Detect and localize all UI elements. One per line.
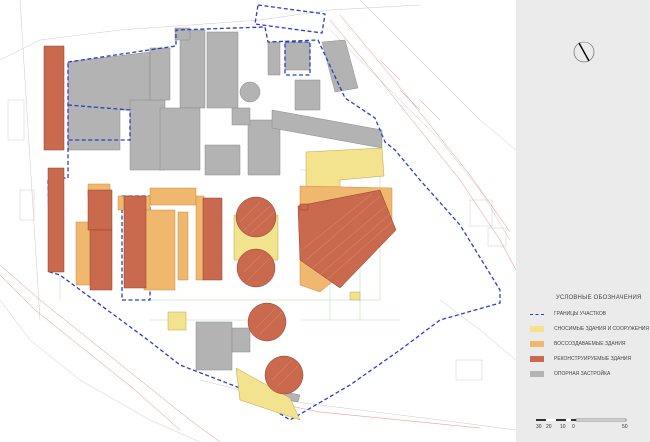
legend-item-reconstructed: РЕКОНСТРУИРУЕМЫЕ ЗДАНИЯ <box>530 355 631 363</box>
site-plan-map <box>0 0 516 442</box>
existing-swatch <box>530 371 544 377</box>
legend-title: УСЛОВНЫЕ ОБОЗНАЧЕНИЯ <box>556 295 642 301</box>
legend-label: ОПОРНАЯ ЗАСТРОЙКА <box>554 371 611 377</box>
north-arrow-icon <box>573 41 595 63</box>
scale-tick: 0 <box>572 424 575 430</box>
scale-tick: 10 <box>560 424 566 430</box>
legend-item-recreated: ВОССОЗДАВАЕМЫЕ ЗДАНИЯ <box>530 340 626 348</box>
demolished-swatch <box>530 326 544 332</box>
legend-item-boundaries: ГРАНИЦЫ УЧАСТКОВ <box>530 310 606 318</box>
legend-item-demolished: СНОСИМЫЕ ЗДАНИЯ И СООРУЖЕНИЯ <box>530 325 649 333</box>
legend-label: ВОССОЗДАВАЕМЫЕ ЗДАНИЯ <box>554 341 626 347</box>
reconstructed-swatch <box>530 356 544 362</box>
boundary-line-swatch <box>530 313 544 315</box>
scale-tick: 20 <box>546 424 552 430</box>
legend-panel: УСЛОВНЫЕ ОБОЗНАЧЕНИЯ ГРАНИЦЫ УЧАСТКОВ СН… <box>516 0 650 442</box>
legend-item-existing: ОПОРНАЯ ЗАСТРОЙКА <box>530 370 610 378</box>
scale-bar: 30 20 10 0 50 <box>536 418 630 440</box>
scale-tick: 30 <box>536 424 542 430</box>
recreated-swatch <box>530 341 544 347</box>
legend-label: РЕКОНСТРУИРУЕМЫЕ ЗДАНИЯ <box>554 356 632 362</box>
scale-tick: 50 <box>622 424 628 430</box>
legend-label: СНОСИМЫЕ ЗДАНИЯ И СООРУЖЕНИЯ <box>554 326 650 332</box>
legend-label: ГРАНИЦЫ УЧАСТКОВ <box>554 311 607 317</box>
